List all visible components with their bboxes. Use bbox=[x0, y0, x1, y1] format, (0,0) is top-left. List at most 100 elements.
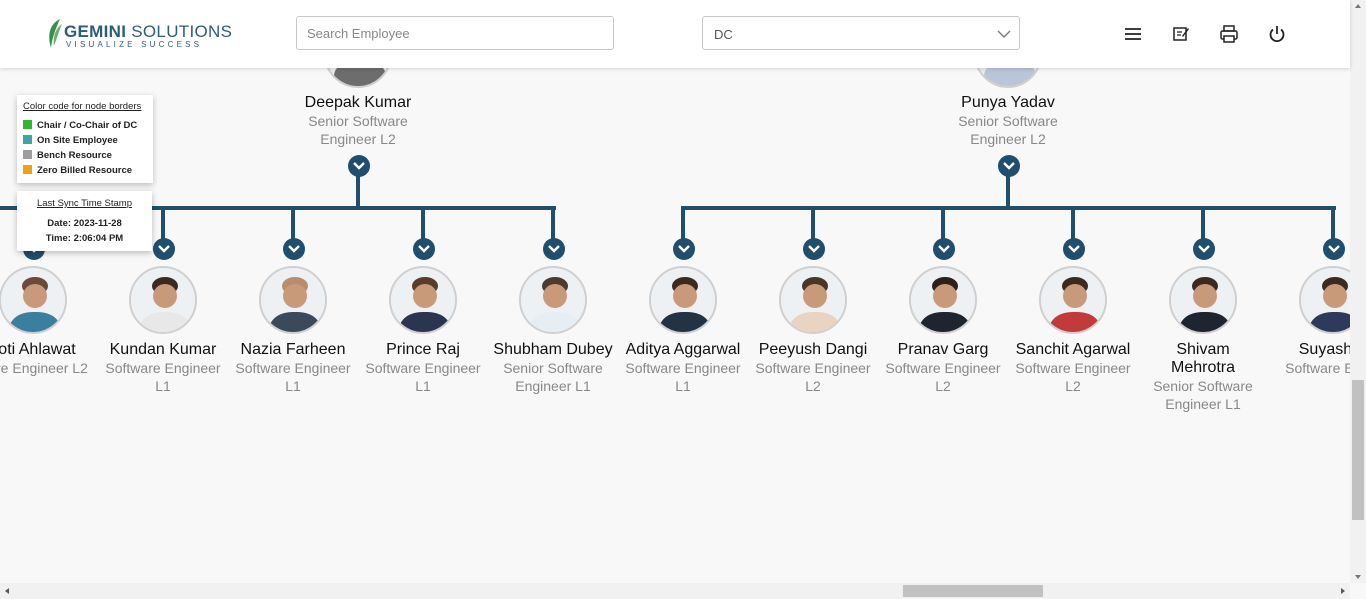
expand-toggle-button[interactable] bbox=[153, 238, 175, 260]
print-icon[interactable] bbox=[1219, 24, 1239, 44]
employee-node[interactable]: Shubham Dubey Senior Software Engineer L1 bbox=[488, 341, 618, 395]
logo-brand: GEMINI SOLUTIONS bbox=[64, 22, 233, 41]
vertical-scroll-thumb[interactable] bbox=[1352, 380, 1364, 520]
employee-avatar bbox=[519, 266, 587, 334]
power-icon[interactable] bbox=[1267, 24, 1287, 44]
sync-time: Time: 2:06:04 PM bbox=[45, 233, 124, 244]
scroll-left-arrow-icon[interactable] bbox=[0, 583, 14, 599]
chevron-down-icon bbox=[997, 30, 1011, 38]
chevron-down-icon bbox=[353, 162, 365, 170]
sync-timestamp-box: Last Sync Time Stamp Date: 2023-11-28 Ti… bbox=[17, 191, 152, 251]
employee-node[interactable]: Aditya Aggarwal Software Engineer L1 bbox=[618, 341, 748, 395]
chevron-down-icon bbox=[1328, 245, 1340, 253]
manager-designation: Senior Software Engineer L2 bbox=[308, 113, 408, 147]
legend-item: On Site Employee bbox=[23, 135, 118, 146]
company-logo: GEMINI SOLUTIONS VISUALIZE SUCCESS bbox=[46, 18, 232, 52]
connector-line bbox=[681, 206, 1336, 210]
expand-toggle-button[interactable] bbox=[543, 238, 565, 260]
manager-name: Deepak Kumar bbox=[304, 94, 412, 111]
employee-name: yoti Ahlawat bbox=[0, 341, 76, 358]
employee-node[interactable]: Sanchit Agarwal Software Engineer L2 bbox=[1008, 341, 1138, 395]
legend-swatch bbox=[23, 120, 32, 129]
employee-node[interactable]: Shivam Mehrotra Senior Software Engineer … bbox=[1138, 341, 1268, 413]
chevron-down-icon bbox=[1003, 162, 1015, 170]
logo-tagline: VISUALIZE SUCCESS bbox=[66, 40, 203, 49]
employee-designation: Software Engineer L2 bbox=[885, 360, 1001, 394]
manager-node[interactable]: Punya Yadav Senior Software Engineer L2 bbox=[943, 94, 1073, 148]
legend-item: Chair / Co-Chair of DC bbox=[23, 120, 137, 131]
dc-select[interactable]: DC bbox=[702, 16, 1020, 50]
employee-avatar bbox=[1039, 266, 1107, 334]
employee-name: Nazia Farheen bbox=[240, 341, 346, 358]
employee-node[interactable]: Peeyush Dangi Software Engineer L2 bbox=[748, 341, 878, 395]
employee-avatar bbox=[779, 266, 847, 334]
chevron-down-icon bbox=[938, 245, 950, 253]
dc-select-value: DC bbox=[714, 27, 733, 42]
expand-toggle-button[interactable] bbox=[348, 155, 370, 177]
employee-designation: Software Engineer L1 bbox=[625, 360, 741, 394]
manager-name: Punya Yadav bbox=[961, 94, 1055, 111]
employee-avatar bbox=[389, 266, 457, 334]
employee-node[interactable]: yoti Ahlawat ware Engineer L2 bbox=[0, 341, 98, 377]
chevron-down-icon bbox=[418, 245, 430, 253]
employee-avatar bbox=[129, 266, 197, 334]
horizontal-scrollbar[interactable] bbox=[0, 583, 1350, 599]
employee-designation: Software Engineer L1 bbox=[235, 360, 351, 394]
employee-name: Shivam Mehrotra bbox=[1170, 341, 1236, 376]
expand-toggle-button[interactable] bbox=[803, 238, 825, 260]
chevron-down-icon bbox=[548, 245, 560, 253]
menu-icon[interactable] bbox=[1123, 24, 1143, 44]
employee-avatar bbox=[909, 266, 977, 334]
legend-item: Zero Billed Resource bbox=[23, 165, 132, 176]
employee-name: Peeyush Dangi bbox=[758, 341, 868, 358]
employee-designation: Software Engineer L2 bbox=[1015, 360, 1131, 394]
legend-swatch bbox=[23, 165, 32, 174]
legend-swatch bbox=[23, 150, 32, 159]
employee-designation: Senior Software Engineer L1 bbox=[1153, 378, 1253, 412]
expand-toggle-button[interactable] bbox=[1323, 238, 1345, 260]
chevron-down-icon bbox=[678, 245, 690, 253]
scroll-up-arrow-icon[interactable] bbox=[1350, 0, 1366, 12]
employee-designation: ware Engineer L2 bbox=[0, 360, 88, 376]
employee-designation: Software Engineer L1 bbox=[365, 360, 481, 394]
leaf-logo-icon bbox=[49, 19, 62, 48]
manager-designation: Senior Software Engineer L2 bbox=[958, 113, 1058, 147]
expand-toggle-button[interactable] bbox=[1063, 238, 1085, 260]
employee-avatar bbox=[259, 266, 327, 334]
scroll-right-arrow-icon[interactable] bbox=[1336, 583, 1350, 599]
manager-node[interactable]: Deepak Kumar Senior Software Engineer L2 bbox=[293, 94, 423, 148]
employee-node[interactable]: Pranav Garg Software Engineer L2 bbox=[878, 341, 1008, 395]
search-employee-input[interactable] bbox=[296, 16, 614, 50]
horizontal-scroll-thumb[interactable] bbox=[903, 585, 1043, 597]
expand-toggle-button[interactable] bbox=[998, 155, 1020, 177]
legend-title: Color code for node borders bbox=[23, 101, 142, 112]
note-edit-icon[interactable] bbox=[1171, 24, 1191, 44]
legend-swatch bbox=[23, 135, 32, 144]
vertical-scrollbar[interactable] bbox=[1350, 0, 1366, 583]
employee-avatar bbox=[1169, 266, 1237, 334]
chevron-down-icon bbox=[808, 245, 820, 253]
chevron-down-icon bbox=[158, 245, 170, 253]
expand-toggle-button[interactable] bbox=[933, 238, 955, 260]
chevron-down-icon bbox=[288, 245, 300, 253]
employee-name: Sanchit Agarwal bbox=[1015, 341, 1131, 358]
employee-designation: Software Engineer L2 bbox=[755, 360, 871, 394]
expand-toggle-button[interactable] bbox=[413, 238, 435, 260]
employee-name: Aditya Aggarwal bbox=[625, 341, 741, 358]
legend-item: Bench Resource bbox=[23, 150, 112, 161]
expand-toggle-button[interactable] bbox=[673, 238, 695, 260]
employee-avatar bbox=[0, 266, 67, 334]
scroll-down-arrow-icon[interactable] bbox=[1350, 571, 1366, 583]
employee-node[interactable]: Kundan Kumar Software Engineer L1 bbox=[98, 341, 228, 395]
top-bar: GEMINI SOLUTIONS VISUALIZE SUCCESS DC bbox=[0, 0, 1350, 68]
sync-title: Last Sync Time Stamp bbox=[36, 198, 133, 209]
employee-node[interactable]: Nazia Farheen Software Engineer L1 bbox=[228, 341, 358, 395]
chevron-down-icon bbox=[1198, 245, 1210, 253]
employee-designation: Software Engineer L1 bbox=[105, 360, 221, 394]
expand-toggle-button[interactable] bbox=[1193, 238, 1215, 260]
sync-date: Date: 2023-11-28 bbox=[47, 218, 122, 229]
employee-avatar bbox=[649, 266, 717, 334]
expand-toggle-button[interactable] bbox=[283, 238, 305, 260]
employee-name: Shubham Dubey bbox=[493, 341, 613, 358]
employee-node[interactable]: Prince Raj Software Engineer L1 bbox=[358, 341, 488, 395]
